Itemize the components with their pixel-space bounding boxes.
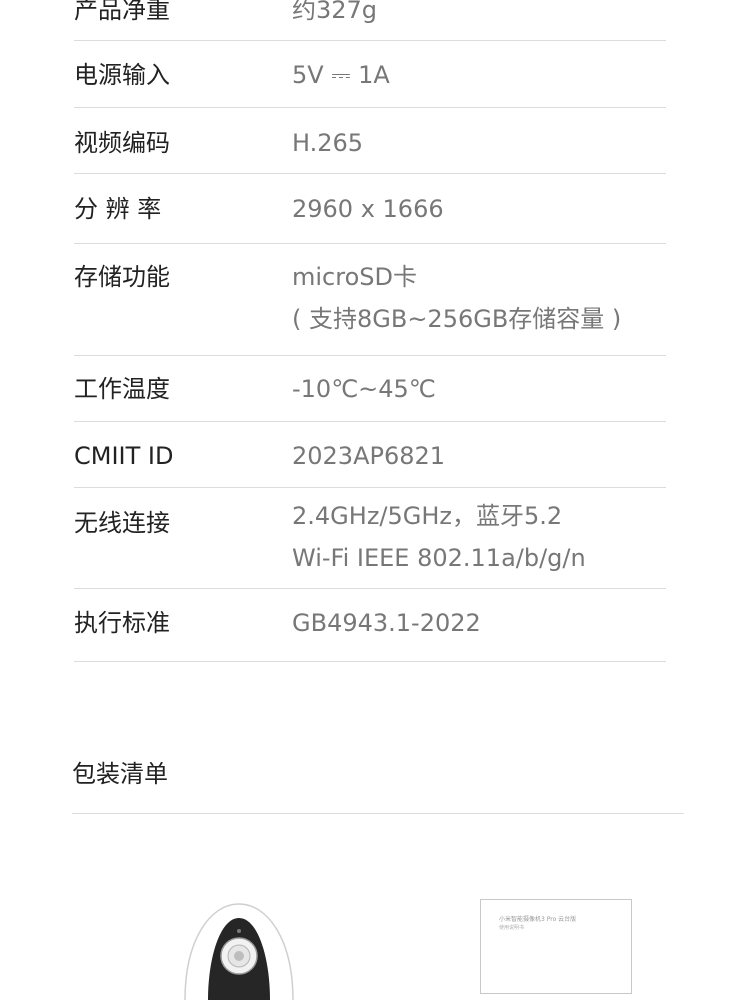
- spec-value-line2: Wi-Fi IEEE 802.11a/b/g/n: [292, 544, 586, 572]
- spec-value-line2: ( 支持8GB~256GB存储容量 ): [292, 305, 622, 333]
- spec-label: 视频编码: [74, 129, 170, 157]
- spec-row-weight: 产品净重 约327g: [74, 0, 666, 41]
- spec-label: 工作温度: [74, 375, 170, 403]
- camera-illustration: [184, 903, 294, 1001]
- spec-row-temperature: 工作温度 -10℃~45℃: [74, 356, 666, 422]
- camera-image: [180, 900, 298, 1001]
- spec-label: 分 辨 率: [74, 195, 162, 223]
- spec-value: 2023AP6821: [292, 442, 446, 470]
- spec-value: -10℃~45℃: [292, 375, 436, 403]
- user-manual-image: 小米智能摄像机3 Pro 云台版 使用说明书: [480, 899, 632, 994]
- divider: [72, 813, 684, 814]
- spec-label: CMIIT ID: [74, 442, 174, 470]
- manual-title: 小米智能摄像机3 Pro 云台版: [499, 916, 577, 923]
- spec-value: 2960 x 1666: [292, 195, 444, 223]
- spec-label: 产品净重: [74, 0, 170, 24]
- spec-value: 2.4GHz/5GHz，蓝牙5.2 Wi-Fi IEEE 802.11a/b/g…: [292, 500, 586, 574]
- spec-value: GB4943.1-2022: [292, 609, 481, 637]
- spec-label: 无线连接: [74, 509, 170, 537]
- spec-value-line1: 2.4GHz/5GHz，蓝牙5.2: [292, 502, 563, 530]
- spec-table: 产品净重 约327g 电源输入 5V ⎓ 1A 视频编码 H.265 分 辨 率…: [74, 0, 666, 662]
- spec-row-wireless: 无线连接 2.4GHz/5GHz，蓝牙5.2 Wi-Fi IEEE 802.11…: [74, 488, 666, 589]
- spec-value: 约327g: [292, 0, 378, 24]
- spec-row-standard: 执行标准 GB4943.1-2022: [74, 589, 666, 662]
- spec-value: H.265: [292, 129, 364, 157]
- spec-label: 执行标准: [74, 609, 170, 637]
- spec-row-cmiit: CMIIT ID 2023AP6821: [74, 422, 666, 488]
- spec-value: 5V ⎓ 1A: [292, 61, 390, 89]
- spec-value-line1: microSD卡: [292, 263, 417, 291]
- spec-label: 电源输入: [74, 61, 170, 89]
- package-list-title: 包装清单: [72, 760, 168, 788]
- manual-subtitle: 使用说明书: [499, 925, 525, 931]
- spec-row-storage: 存储功能 microSD卡 ( 支持8GB~256GB存储容量 ): [74, 244, 666, 356]
- spec-value: microSD卡 ( 支持8GB~256GB存储容量 ): [292, 261, 621, 335]
- spec-row-resolution: 分 辨 率 2960 x 1666: [74, 174, 666, 244]
- spec-row-power: 电源输入 5V ⎓ 1A: [74, 41, 666, 108]
- spec-row-codec: 视频编码 H.265: [74, 108, 666, 174]
- spec-label: 存储功能: [74, 263, 170, 291]
